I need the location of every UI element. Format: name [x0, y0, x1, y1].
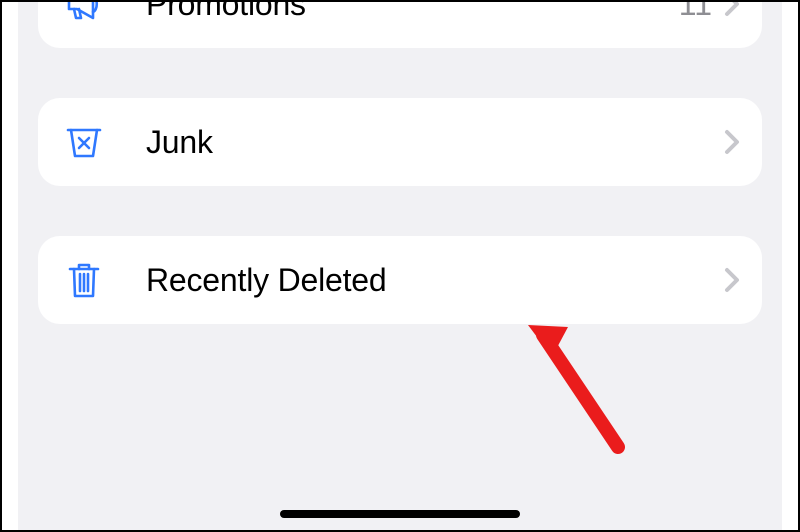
- screenshot-frame: [0, 0, 800, 532]
